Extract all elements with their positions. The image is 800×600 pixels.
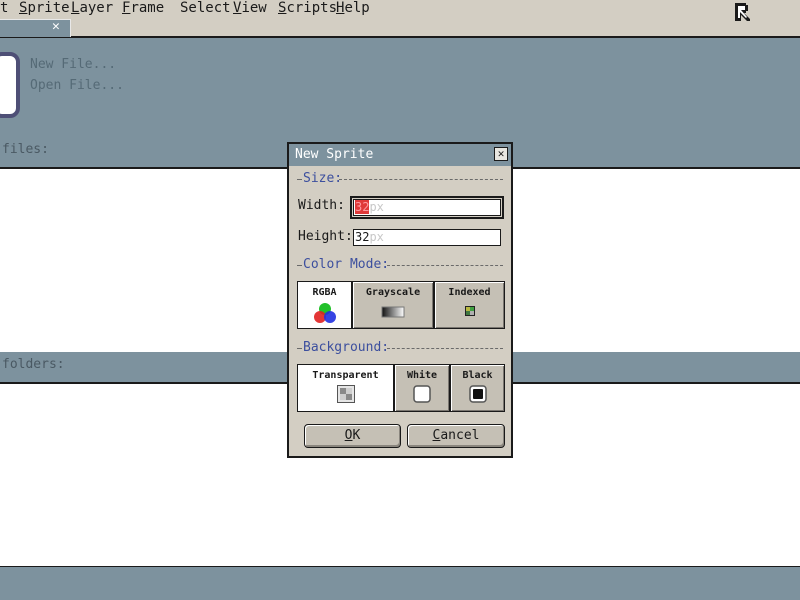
menu-sprite[interactable]: Sprite [19, 0, 70, 16]
white-option[interactable]: White [394, 364, 450, 412]
menu-frame[interactable]: Frame [122, 0, 164, 16]
close-icon[interactable]: ✕ [494, 147, 508, 161]
background-group-header: Background: [297, 340, 503, 356]
width-label: Width: [298, 198, 345, 213]
grayscale-gradient-icon [381, 306, 405, 318]
menu-layer[interactable]: Layer [71, 0, 113, 16]
black-swatch-icon [468, 385, 487, 403]
color-mode-group-header: Color Mode: [297, 257, 503, 273]
black-option[interactable]: Black [450, 364, 505, 412]
menu-bar: t Sprite Layer Frame Select View Scripts… [0, 0, 800, 38]
palette-icon [464, 306, 475, 316]
height-input[interactable]: 32px [353, 229, 501, 246]
dialog-title[interactable]: New Sprite ✕ [289, 144, 511, 166]
status-bar [0, 566, 800, 600]
transparent-checker-icon [336, 385, 355, 403]
home-logo-icon [0, 52, 20, 118]
menu-scripts[interactable]: Scripts [278, 0, 337, 16]
cancel-button[interactable]: Cancel [407, 424, 505, 448]
menu-help[interactable]: Help [336, 0, 370, 16]
new-sprite-dialog: New Sprite ✕ Size: Width: 32px Height: 3… [287, 142, 513, 458]
home-tab[interactable]: ✕ [0, 19, 71, 37]
new-file-link[interactable]: New File... [30, 57, 116, 72]
app-logo-icon[interactable] [733, 1, 755, 23]
height-label: Height: [298, 229, 353, 244]
open-file-link[interactable]: Open File... [30, 78, 124, 93]
recent-files-label: files: [2, 142, 49, 157]
size-group-header: Size: [297, 171, 503, 187]
ok-button[interactable]: OK [304, 424, 401, 448]
recent-folders-label: folders: [2, 357, 65, 372]
width-input[interactable]: 32px [350, 196, 504, 219]
close-icon[interactable]: ✕ [52, 19, 60, 34]
rgb-circles-icon [313, 303, 336, 323]
white-swatch-icon [413, 385, 431, 403]
menu-select[interactable]: Select [180, 0, 231, 16]
rgba-option[interactable]: RGBA [297, 281, 352, 329]
indexed-option[interactable]: Indexed [434, 281, 505, 329]
transparent-option[interactable]: Transparent [297, 364, 394, 412]
menu-edit[interactable]: t [0, 0, 8, 16]
menu-view[interactable]: View [233, 0, 267, 16]
grayscale-option[interactable]: Grayscale [352, 281, 434, 329]
